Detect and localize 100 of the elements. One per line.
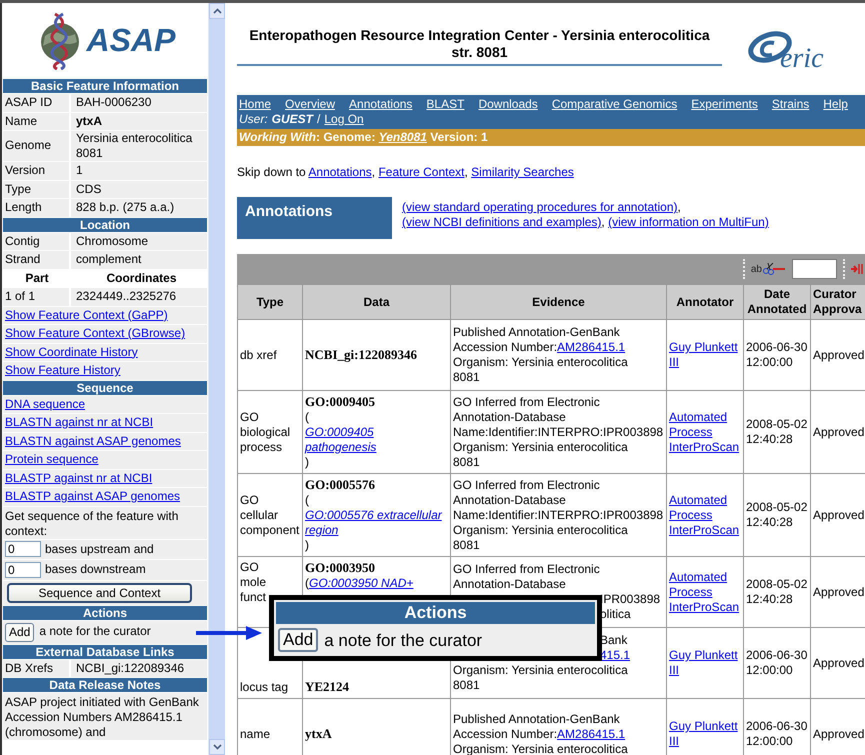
scroll-up-button[interactable] [209, 3, 225, 19]
evidence-line: Name:Identifier:INTERPRO:IPR003898 [453, 508, 664, 522]
callout-header: Actions [276, 602, 595, 624]
evidence-line: Annotation-Database [453, 492, 567, 508]
bases-input[interactable]: 0 [5, 562, 41, 578]
field-value: complement [75, 252, 142, 268]
nav-link[interactable]: BLAST [426, 97, 464, 112]
nav-link[interactable]: Overview [285, 97, 336, 112]
section-header: Actions [3, 606, 207, 620]
field-value: Yersinia enterocolitica 8081 [75, 131, 194, 161]
table-cell: locus tag [240, 680, 288, 694]
table-cell: Approved [813, 508, 864, 522]
sequence-context-button[interactable]: Sequence and Context [7, 582, 192, 602]
evidence-line: GO Inferred from Electronic [453, 394, 601, 410]
evidence-line: 8081 [453, 538, 481, 552]
field-value: NCBI_gi:122089346 [75, 660, 184, 676]
user-label: User: [239, 112, 268, 127]
nav-link[interactable]: Home [239, 97, 272, 112]
accession-link[interactable]: AM286415.1 [557, 340, 626, 354]
table-cell: 2006-06-30 12:00:00 [746, 340, 808, 369]
annotation-links-text: (view standard operating procedures for annotation), (view NCBI definitions and examples), (view information on MultiFun) [402, 200, 770, 232]
accession-link[interactable]: 415.1 [600, 648, 630, 662]
evidence-line: 8081 [453, 454, 481, 470]
table-cell: Approved [813, 348, 864, 362]
evidence-line: 8081 [453, 678, 481, 693]
page-title: Enteropathogen Resource Integration Center - Yersinia enterocolitica str. 8081 [237, 27, 722, 66]
data-id: YE2124 [305, 679, 350, 694]
input-label: bases downstream [45, 561, 146, 578]
eric-logo: eric [744, 25, 824, 73]
data-id: GO:0009405 [305, 394, 376, 409]
evidence-line: GO Inferred from Electronic [453, 562, 601, 577]
table-cell: 2006-06-30 12:00:00 [746, 719, 808, 748]
evidence-line: Organism: Yersinia enterocolitica [453, 440, 629, 454]
scrollbar[interactable] [208, 3, 225, 755]
info-link[interactable]: (view information on MultiFun) [608, 215, 769, 230]
evidence-line: GO Inferred from Electronic [453, 478, 601, 492]
working-label: Working With [239, 130, 316, 144]
action-text: a note for the curator [39, 623, 151, 640]
go-term-link[interactable]: GO:0009405 pathogenesis [305, 425, 448, 455]
evidence-line: Annotation-Database [453, 410, 567, 424]
section-header: Location [3, 218, 207, 232]
log-on-link[interactable]: Log On [324, 112, 364, 127]
go-term-link[interactable]: GO:0005576 extracellular region [305, 508, 448, 538]
table-cell: db xref [240, 348, 277, 362]
nav-link[interactable]: Experiments [691, 97, 758, 112]
skip-link[interactable]: Similarity Searches [471, 165, 574, 179]
table-cell: GO cellular component [240, 492, 300, 536]
go-term-text: (GO:0003950 NAD+ [305, 576, 414, 590]
section-header: External Database Links [3, 644, 207, 658]
user-name: GUEST [272, 112, 314, 127]
table-cell: Approved [813, 656, 864, 670]
nav-link[interactable]: Downloads [478, 97, 538, 112]
skip-link[interactable]: Feature Context [378, 165, 464, 179]
evidence-line: 8081 [453, 370, 481, 385]
table-cell: Approved [813, 424, 864, 438]
table-cell: 2008-05-02 12:40:28 [746, 577, 808, 606]
evidence-line: Organism: Yersinia enterocolitica [453, 742, 629, 755]
evidence-line: Accession Number:AM286415.1 [453, 726, 626, 742]
chevron-down-icon [212, 744, 222, 750]
info-link[interactable]: (view standard operating procedures for annotation) [402, 200, 678, 215]
column-header: Data [302, 284, 450, 320]
nav-link[interactable]: Comparative Genomics [552, 97, 678, 112]
table-cell: 2008-05-02 12:40:28 [746, 500, 808, 529]
sidebar-text: ASAP project initiated with GenBank Accession Numbers AM286415.1 (chromosome) and [5, 695, 200, 740]
skip-link[interactable]: Annotations [308, 165, 372, 179]
go-term-link[interactable]: GO:0003950 NAD+ [309, 576, 414, 591]
field-value: Chromosome [75, 234, 148, 249]
input-label: bases upstream and [45, 540, 154, 558]
data-id: GO:0005576 [305, 477, 376, 492]
action-text: a note for the curator [324, 632, 482, 648]
pointer-arrow [196, 626, 262, 640]
data-id: GO:0003950 [305, 560, 376, 575]
filter-field[interactable] [792, 259, 837, 279]
evidence-line: Organism: Yersinia enterocolitica [453, 355, 629, 370]
column-header: Annotator [666, 284, 744, 320]
table-cell: 2006-06-30 12:00:00 [746, 648, 808, 677]
nav-link[interactable]: Help [823, 97, 848, 112]
nav-link[interactable]: Strains [772, 97, 810, 112]
annotations-heading: Annotations [237, 197, 392, 239]
separator: / [317, 112, 320, 127]
evidence-line: Organism: Yersinia enterocolitica [453, 522, 629, 538]
column-header: Type [238, 284, 302, 320]
add-button[interactable]: Add [5, 622, 34, 642]
evidence-line: Organism: Yersinia enterocolitica [453, 663, 629, 678]
evidence-line: Published Annotation-GenBank [453, 325, 621, 340]
scroll-down-button[interactable] [209, 739, 225, 755]
add-button[interactable]: Add [278, 628, 318, 652]
info-link[interactable]: (view NCBI definitions and examples) [402, 215, 602, 230]
column-heading: Coordinates [105, 270, 178, 286]
nav-link[interactable]: Annotations [349, 97, 412, 112]
field-value: ytxA [75, 114, 102, 129]
data-id: ytxA [305, 726, 332, 741]
sidebar-text: Get sequence of the feature with context: [5, 508, 180, 538]
data-id: NCBI_gi:122089346 [305, 347, 417, 362]
accession-link[interactable]: AM286415.1 [557, 726, 626, 740]
go-term-text: ( GO:0005576 extracellular region ) [305, 493, 448, 552]
field-value: 828 b.p. (275 a.a.) [75, 200, 174, 216]
bases-input[interactable]: 0 [5, 541, 41, 558]
table-cell: Approved [813, 726, 864, 740]
genome-label: : Genome: [316, 130, 376, 144]
